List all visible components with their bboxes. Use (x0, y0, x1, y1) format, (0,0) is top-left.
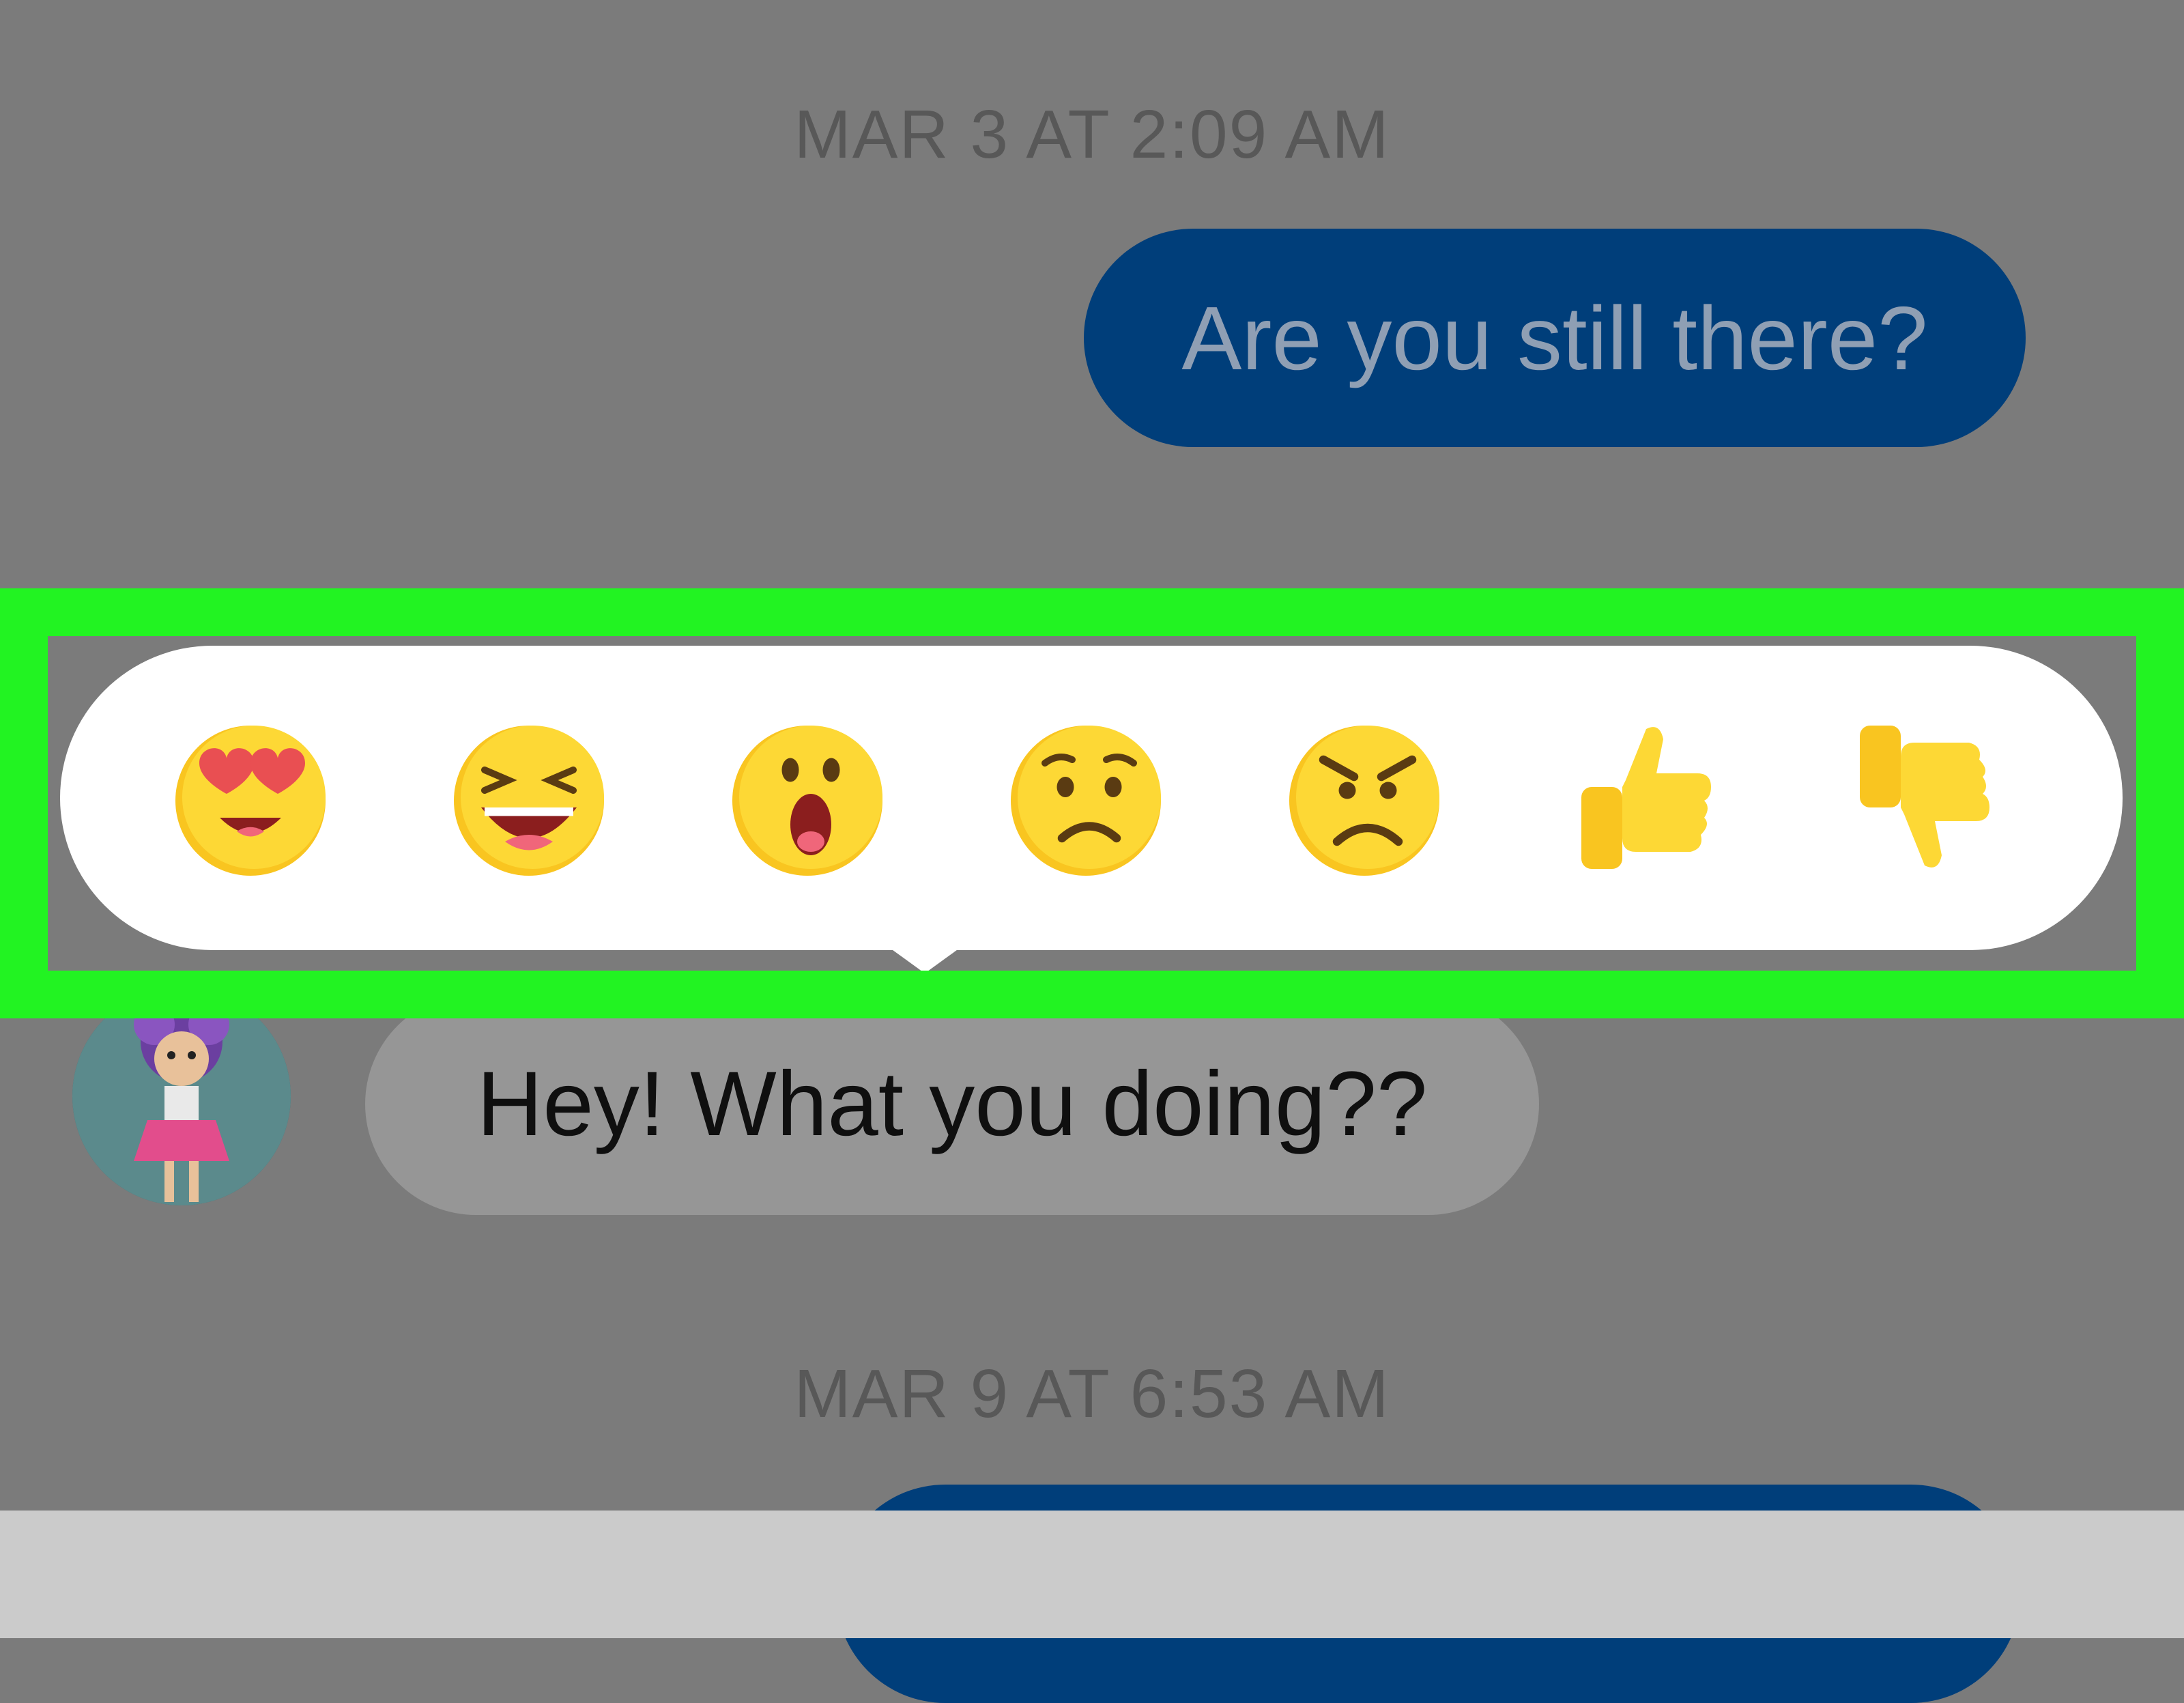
timestamp-mar-9: MAR 9 AT 6:53 AM (794, 1356, 1390, 1432)
highlight-box (0, 588, 2184, 1018)
contact-avatar[interactable] (72, 987, 291, 1205)
doll-avatar-image (72, 987, 291, 1205)
incoming-message-bubble[interactable]: Hey! What you doing?? (365, 993, 1539, 1215)
message-text: Hey! What you doing?? (476, 1053, 1428, 1155)
timestamp-mar-3: MAR 3 AT 2:09 AM (794, 96, 1390, 173)
bottom-input-area (0, 1511, 2184, 1638)
message-text: Are you still there? (1181, 287, 1928, 388)
outgoing-message-bubble[interactable]: Are you still there? (1084, 229, 2026, 447)
